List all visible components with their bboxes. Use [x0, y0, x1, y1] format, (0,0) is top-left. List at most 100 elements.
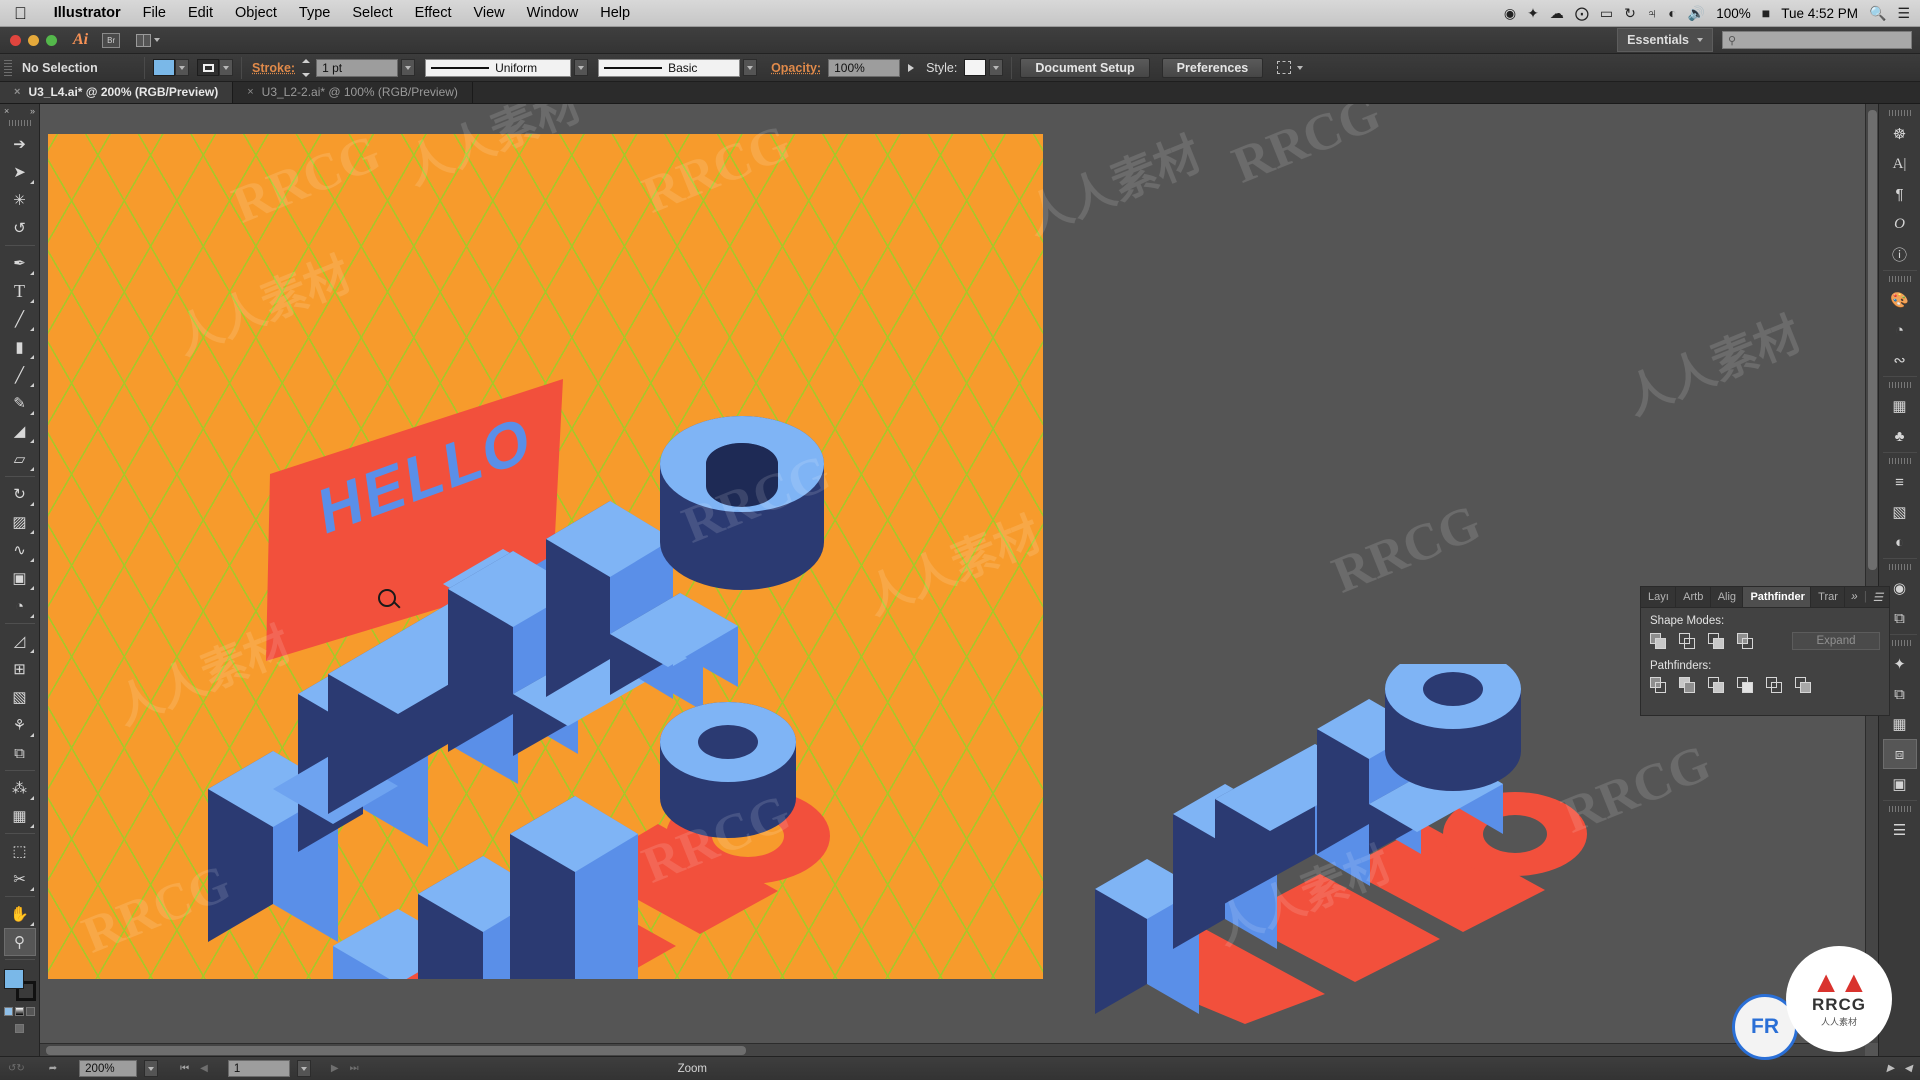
- stroke-weight-dropdown[interactable]: [401, 59, 416, 76]
- lasso-tool[interactable]: ↺: [4, 214, 36, 242]
- symbol-sprayer-tool[interactable]: ⁂: [4, 774, 36, 802]
- bluetooth-icon[interactable]: ♃: [1647, 6, 1658, 20]
- cloud-upload-icon[interactable]: ☁: [1550, 6, 1564, 20]
- apple-icon[interactable]: : [14, 5, 27, 22]
- horizontal-scrollbar[interactable]: [40, 1043, 1865, 1056]
- graphic-style-dropdown[interactable]: [989, 59, 1004, 76]
- maximize-window-button[interactable]: [46, 34, 57, 46]
- stroke-label[interactable]: Stroke:: [252, 61, 295, 75]
- time-machine-icon[interactable]: ↻: [1624, 6, 1636, 20]
- dock-gripper[interactable]: [1888, 564, 1911, 570]
- bridge-button[interactable]: Br: [102, 32, 121, 48]
- document-info-icon[interactable]: ⓘ: [1883, 239, 1917, 269]
- wifi-icon[interactable]: ◐: [1668, 6, 1676, 20]
- prev-page-icon[interactable]: ◀: [198, 1063, 210, 1074]
- minus-back-button[interactable]: [1795, 677, 1814, 694]
- menu-item-type[interactable]: Type: [288, 5, 341, 21]
- none-button[interactable]: [26, 1007, 35, 1016]
- libraries-icon[interactable]: ☰: [1883, 815, 1917, 845]
- document-setup-button[interactable]: Document Setup: [1020, 57, 1150, 78]
- stroke-dropdown-button[interactable]: [219, 59, 233, 76]
- type-tool[interactable]: T: [4, 277, 36, 305]
- menu-item-edit[interactable]: Edit: [177, 5, 224, 21]
- brush-definition-dropdown[interactable]: [743, 59, 758, 76]
- stroke-profile-select[interactable]: Uniform: [425, 58, 572, 77]
- blend-tool[interactable]: ⧉: [4, 739, 36, 767]
- transparency-icon[interactable]: ◐: [1883, 527, 1917, 557]
- double-chevron-right-icon[interactable]: »: [1851, 591, 1857, 603]
- exclude-button[interactable]: [1737, 632, 1756, 650]
- rotate-tool[interactable]: ↻: [4, 480, 36, 508]
- gradient-panel-icon[interactable]: ▧: [1883, 497, 1917, 527]
- close-window-button[interactable]: [10, 34, 21, 46]
- minimize-window-button[interactable]: [28, 34, 39, 46]
- fill-indicator[interactable]: [3, 969, 24, 989]
- tab-transform[interactable]: Trar: [1811, 587, 1846, 607]
- line-segment-tool[interactable]: ╱: [4, 305, 36, 333]
- rectangle-tool[interactable]: ▮: [4, 333, 36, 361]
- current-tool-label[interactable]: Zoom: [678, 1063, 707, 1075]
- perspective-grid-tool[interactable]: ◿: [4, 627, 36, 655]
- menu-item-help[interactable]: Help: [589, 5, 641, 21]
- tab-layers[interactable]: Layı: [1641, 587, 1677, 607]
- tools-panel-gripper[interactable]: [8, 120, 31, 126]
- menu-item-file[interactable]: File: [132, 5, 177, 21]
- stroke-weight-stepper[interactable]: [302, 58, 313, 77]
- document-tab-active[interactable]: × U3_L4.ai* @ 200% (RGB/Preview): [0, 81, 234, 103]
- document-tab-inactive[interactable]: × U3_L2-2.ai* @ 100% (RGB/Preview): [233, 81, 473, 103]
- dock-gripper[interactable]: [1888, 640, 1911, 646]
- transform-icon[interactable]: ▣: [1883, 769, 1917, 799]
- menu-item-effect[interactable]: Effect: [404, 5, 463, 21]
- normal-screen-mode-button[interactable]: [15, 1024, 24, 1033]
- color-guide-icon[interactable]: ☸: [1883, 119, 1917, 149]
- dock-gripper[interactable]: [1888, 806, 1911, 812]
- dock-gripper[interactable]: [1888, 458, 1911, 464]
- align-icon[interactable]: ≡: [1883, 467, 1917, 497]
- menu-item-select[interactable]: Select: [341, 5, 403, 21]
- fill-color-swatch[interactable]: [153, 59, 175, 76]
- fill-dropdown-button[interactable]: [175, 59, 189, 76]
- artboard-tool[interactable]: ⬚: [4, 837, 36, 865]
- swatches-icon[interactable]: 🎨: [1883, 285, 1917, 315]
- screen-record-icon[interactable]: ◉: [1504, 6, 1516, 20]
- outline-button[interactable]: [1766, 677, 1785, 694]
- menu-item-object[interactable]: Object: [224, 5, 288, 21]
- artboard[interactable]: HELLO: [48, 134, 1043, 979]
- trim-button[interactable]: [1679, 677, 1698, 694]
- search-icon[interactable]: 🔍: [1869, 6, 1886, 20]
- left-arrow-icon[interactable]: ◀: [1904, 1063, 1912, 1074]
- column-graph-tool[interactable]: ▦: [4, 802, 36, 830]
- battery-icon[interactable]: ■: [1762, 6, 1770, 20]
- vertical-scroll-thumb[interactable]: [1868, 110, 1877, 570]
- preferences-button[interactable]: Preferences: [1161, 57, 1264, 78]
- menu-item-illustrator[interactable]: Illustrator: [43, 5, 132, 21]
- slice-tool[interactable]: ✂: [4, 865, 36, 893]
- last-page-icon[interactable]: ⏭: [348, 1063, 361, 1074]
- brushes-icon[interactable]: ▦: [1883, 391, 1917, 421]
- paintbrush-tool[interactable]: ╱: [4, 361, 36, 389]
- direct-selection-tool[interactable]: ➤: [4, 158, 36, 186]
- panel-menu-icon[interactable]: ☰: [1873, 590, 1883, 604]
- shaper-tool[interactable]: ◢: [4, 417, 36, 445]
- pathfinder-icon[interactable]: ⧈: [1882, 739, 1917, 769]
- undo-icon[interactable]: ↺↻: [6, 1063, 27, 1074]
- align-to-icon[interactable]: [1277, 61, 1304, 74]
- close-icon[interactable]: ×: [4, 106, 9, 116]
- options-bar-gripper[interactable]: [4, 59, 12, 76]
- shape-builder-tool[interactable]: ◔: [4, 592, 36, 620]
- gradient-button[interactable]: [15, 1007, 24, 1016]
- eraser-tool[interactable]: ▱: [4, 445, 36, 473]
- arrange-documents-icon[interactable]: [136, 33, 161, 47]
- character-icon[interactable]: A|: [1883, 149, 1917, 179]
- right-arrow-icon[interactable]: ▶: [1887, 1063, 1895, 1074]
- crop-button[interactable]: [1737, 677, 1756, 694]
- opacity-label[interactable]: Opacity:: [771, 61, 821, 75]
- merge-button[interactable]: [1708, 677, 1727, 694]
- zoom-level-input[interactable]: 200%: [79, 1060, 138, 1077]
- tab-artboards[interactable]: Artb: [1676, 587, 1711, 607]
- tab-align[interactable]: Alig: [1711, 587, 1744, 607]
- fill-stroke-indicator[interactable]: [3, 969, 36, 1001]
- mesh-tool[interactable]: ⊞: [4, 655, 36, 683]
- paragraph-icon[interactable]: ¶: [1883, 179, 1917, 209]
- unite-button[interactable]: [1650, 632, 1669, 650]
